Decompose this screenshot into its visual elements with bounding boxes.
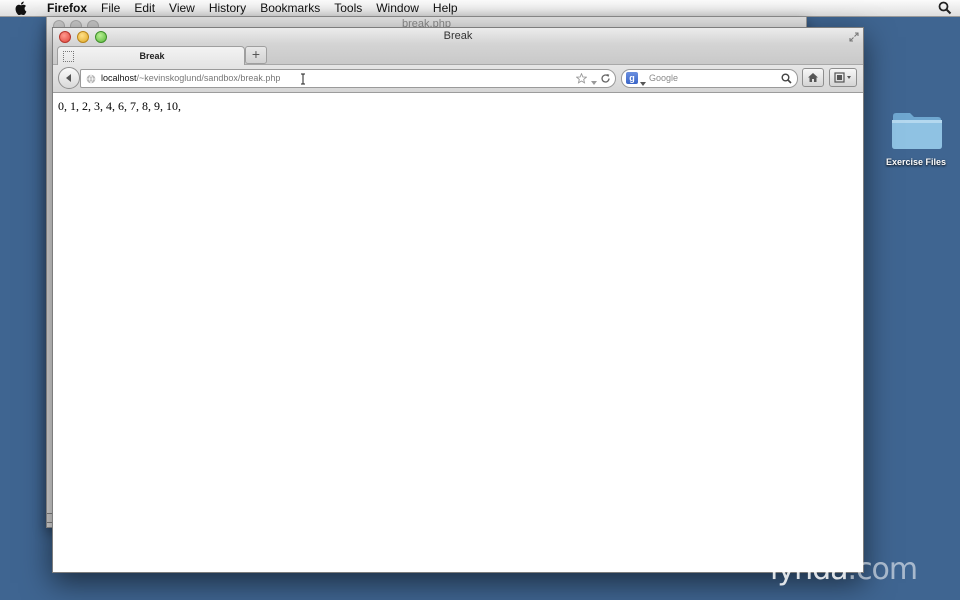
search-dropdown-icon[interactable] [640, 76, 646, 86]
menu-bar: Firefox File Edit View History Bookmarks… [0, 0, 960, 17]
watermark-brand: lynda [770, 552, 849, 587]
menu-view[interactable]: View [162, 0, 202, 16]
url-text[interactable]: localhost/~kevinskoglund/sandbox/break.p… [101, 70, 280, 87]
lynda-watermark: lynda.com [770, 552, 919, 587]
text-cursor-icon [300, 73, 306, 85]
menu-edit[interactable]: Edit [127, 0, 162, 16]
globe-icon [86, 73, 96, 84]
back-button[interactable] [58, 67, 80, 89]
window-controls [59, 31, 107, 43]
apple-icon[interactable] [14, 1, 28, 15]
home-icon [808, 73, 818, 82]
menu-file[interactable]: File [94, 0, 127, 16]
search-bar[interactable]: g [621, 69, 798, 88]
page-content[interactable]: 0, 1, 2, 3, 4, 6, 7, 8, 9, 10, [53, 93, 863, 572]
menu-bookmarks[interactable]: Bookmarks [253, 0, 327, 16]
url-host: localhost [101, 73, 137, 83]
menu-window[interactable]: Window [369, 0, 426, 16]
minimize-button[interactable] [77, 31, 89, 43]
navigation-toolbar: localhost/~kevinskoglund/sandbox/break.p… [53, 65, 863, 93]
history-dropdown-icon[interactable] [590, 75, 598, 85]
spotlight-icon[interactable] [938, 1, 952, 15]
google-icon[interactable]: g [626, 72, 638, 84]
magnifier-icon[interactable] [781, 73, 792, 84]
menu-help[interactable]: Help [426, 0, 465, 16]
bookmarks-icon [834, 72, 851, 83]
window-title: Break [443, 30, 473, 42]
url-bar[interactable]: localhost/~kevinskoglund/sandbox/break.p… [80, 69, 616, 88]
folder-icon[interactable] [890, 110, 944, 150]
favicon-icon [63, 50, 74, 62]
reload-icon[interactable] [600, 73, 611, 84]
title-bar[interactable]: Break [53, 28, 863, 44]
menu-firefox[interactable]: Firefox [40, 0, 94, 16]
menu-history[interactable]: History [202, 0, 253, 16]
tab-break[interactable]: Break [57, 46, 245, 65]
fullscreen-icon[interactable] [849, 31, 859, 42]
page-output-text: 0, 1, 2, 3, 4, 6, 7, 8, 9, 10, [58, 99, 181, 113]
browser-window: Break Break + localhost/~kevinskoglund/s… [52, 27, 864, 573]
close-button[interactable] [59, 31, 71, 43]
menu-tools[interactable]: Tools [327, 0, 369, 16]
bookmark-star-icon[interactable] [575, 72, 588, 84]
watermark-suffix: .com [847, 552, 919, 587]
zoom-button[interactable] [95, 31, 107, 43]
tab-strip: Break + [53, 44, 863, 65]
new-tab-button[interactable]: + [245, 46, 267, 64]
home-button[interactable] [802, 68, 824, 87]
folder-label[interactable]: Exercise Files [874, 157, 958, 167]
search-input[interactable] [649, 72, 769, 84]
url-path: /~kevinskoglund/sandbox/break.php [136, 73, 281, 83]
bookmarks-button[interactable] [829, 68, 857, 87]
tab-label: Break [139, 51, 165, 61]
back-arrow-icon [66, 74, 71, 82]
